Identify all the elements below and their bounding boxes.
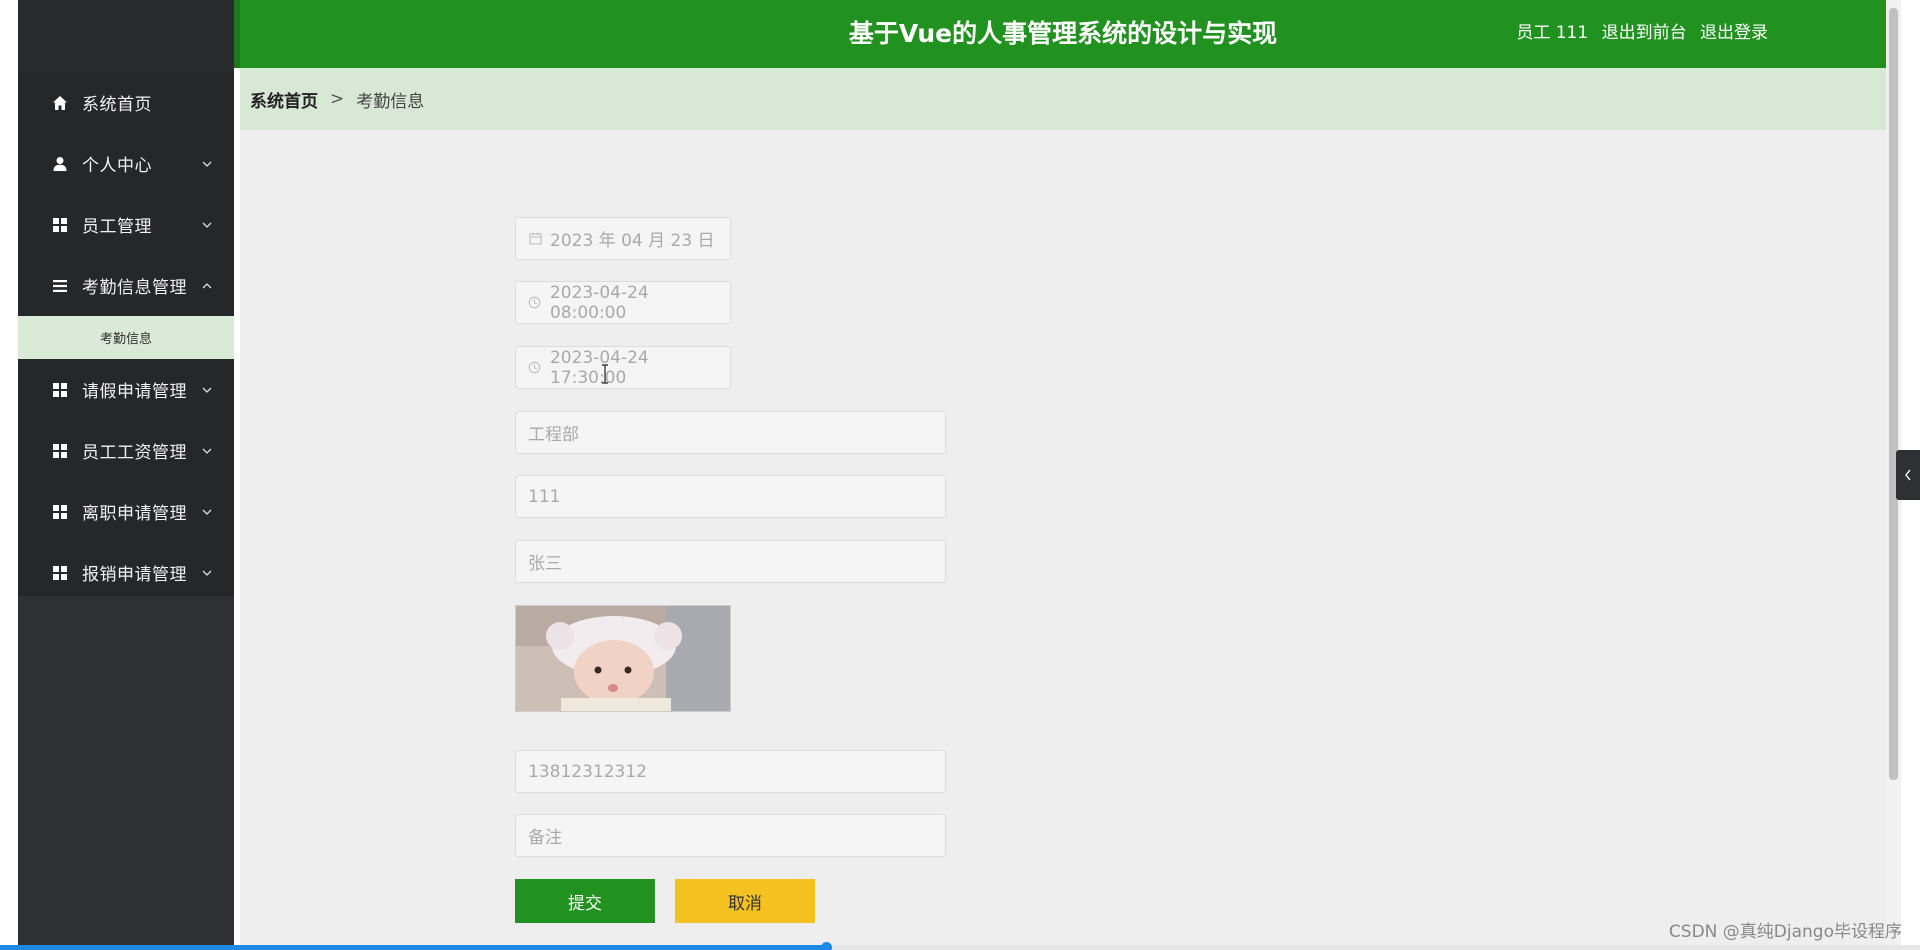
chevron-down-icon	[202, 509, 212, 515]
collapse-panel-button[interactable]	[1896, 450, 1920, 500]
department-field[interactable]: 工程部	[515, 411, 946, 454]
name-field[interactable]: 张三	[515, 540, 946, 583]
start-time-value: 2023-04-24 08:00:00	[549, 282, 649, 323]
name-value: 张三	[528, 554, 562, 574]
scrollbar-thumb[interactable]	[1889, 8, 1898, 780]
user-label: 员工 111	[1516, 23, 1589, 43]
watermark-text: CSDN @真纯Django毕设程序	[1668, 922, 1902, 942]
sidebar-item-label: 员工工资管理	[82, 443, 187, 463]
sidebar-item-label: 系统首页	[82, 95, 152, 115]
submenu-item-label: 考勤信息	[99, 332, 152, 347]
left-edge	[0, 0, 18, 950]
clock-icon	[528, 361, 542, 375]
logout-link[interactable]: 退出登录	[1700, 23, 1768, 43]
sidebar-menu: 系统首页 个人中心 员工管理 考勤信息管理 考勤信息 请假申请管理 员工工资管理…	[18, 72, 234, 603]
cancel-button-label: 取消	[728, 893, 762, 914]
department-value: 工程部	[528, 425, 579, 445]
phone-field[interactable]: 13812312312	[515, 750, 946, 793]
breadcrumb-current: 考勤信息	[356, 91, 425, 112]
submit-button[interactable]: 提交	[515, 879, 655, 923]
sidebar-logo-area	[18, 0, 234, 72]
sidebar-item-label: 请假申请管理	[82, 382, 187, 402]
remark-placeholder: 备注	[528, 828, 562, 848]
breadcrumb: 系统首页 > 考勤信息	[240, 68, 1886, 130]
sidebar-item-leave[interactable]: 请假申请管理	[18, 359, 234, 420]
sidebar-item-salary[interactable]: 员工工资管理	[18, 420, 234, 481]
sidebar-item-home[interactable]: 系统首页	[18, 72, 234, 133]
grid-icon	[50, 380, 70, 400]
end-time-value: 2023-04-24 17:30:00	[549, 347, 649, 388]
video-progress-bar[interactable]	[0, 942, 1920, 950]
video-progress-handle[interactable]	[820, 942, 832, 950]
cancel-button[interactable]: 取消	[675, 879, 815, 923]
remark-input[interactable]: 备注	[515, 814, 946, 857]
main-content: 考勤日期 2023 年 04 月 23 日 上班时间 2023-04-24 08…	[240, 130, 1886, 948]
submenu-item-attendance-info[interactable]: 考勤信息	[18, 316, 234, 359]
sidebar-item-label: 离职申请管理	[82, 504, 187, 524]
date-picker-field[interactable]: 2023 年 04 月 23 日	[515, 217, 731, 260]
chevron-down-icon	[202, 570, 212, 576]
sidebar-item-profile[interactable]: 个人中心	[18, 133, 234, 194]
sidebar-item-label: 个人中心	[82, 156, 152, 176]
list-icon	[50, 276, 70, 296]
grid-icon	[50, 441, 70, 461]
breadcrumb-separator: >	[330, 89, 345, 109]
end-time-field[interactable]: 2023-04-24 17:30:00	[515, 346, 731, 389]
phone-value: 13812312312	[528, 761, 647, 782]
sidebar-item-label: 报销申请管理	[82, 565, 187, 585]
avatar[interactable]	[515, 605, 731, 712]
text-cursor-icon	[602, 364, 608, 384]
date-value: 2023 年 04 月 23 日	[550, 231, 715, 251]
grid-icon	[50, 563, 70, 583]
sidebar: 系统首页 个人中心 员工管理 考勤信息管理 考勤信息 请假申请管理 员工工资管理…	[18, 0, 234, 948]
calendar-icon	[528, 232, 542, 246]
user-icon	[50, 154, 70, 174]
sidebar-item-label: 员工管理	[82, 217, 152, 237]
sidebar-item-reimbursement[interactable]: 报销申请管理	[18, 542, 234, 603]
sidebar-item-label: 考勤信息管理	[82, 278, 187, 298]
back-to-front-link[interactable]: 退出到前台	[1602, 23, 1687, 43]
sidebar-item-employees[interactable]: 员工管理	[18, 194, 234, 255]
sidebar-item-resignation[interactable]: 离职申请管理	[18, 481, 234, 542]
video-progress-fill	[0, 945, 826, 950]
sidebar-empty-area	[18, 596, 234, 948]
sidebar-item-attendance[interactable]: 考勤信息管理	[18, 255, 234, 316]
chevron-down-icon	[202, 387, 212, 393]
grid-icon	[50, 502, 70, 522]
chevron-left-icon	[1905, 469, 1911, 481]
grid-icon	[50, 215, 70, 235]
chevron-down-icon	[202, 161, 212, 167]
start-time-field[interactable]: 2023-04-24 08:00:00	[515, 281, 731, 324]
chevron-up-icon	[202, 282, 212, 288]
account-field[interactable]: 111	[515, 475, 946, 518]
clock-icon	[528, 296, 542, 310]
breadcrumb-home-link[interactable]: 系统首页	[250, 87, 318, 112]
header-user-area: 员工 111 退出到前台 退出登录	[1508, 0, 1768, 68]
home-icon	[50, 93, 70, 113]
account-value: 111	[528, 486, 561, 507]
chevron-down-icon	[202, 448, 212, 454]
avatar-image	[516, 606, 730, 711]
top-header: 基于Vue的人事管理系统的设计与实现 员工 111 退出到前台 退出登录	[234, 0, 1886, 68]
submit-button-label: 提交	[568, 893, 602, 914]
chevron-down-icon	[202, 222, 212, 228]
